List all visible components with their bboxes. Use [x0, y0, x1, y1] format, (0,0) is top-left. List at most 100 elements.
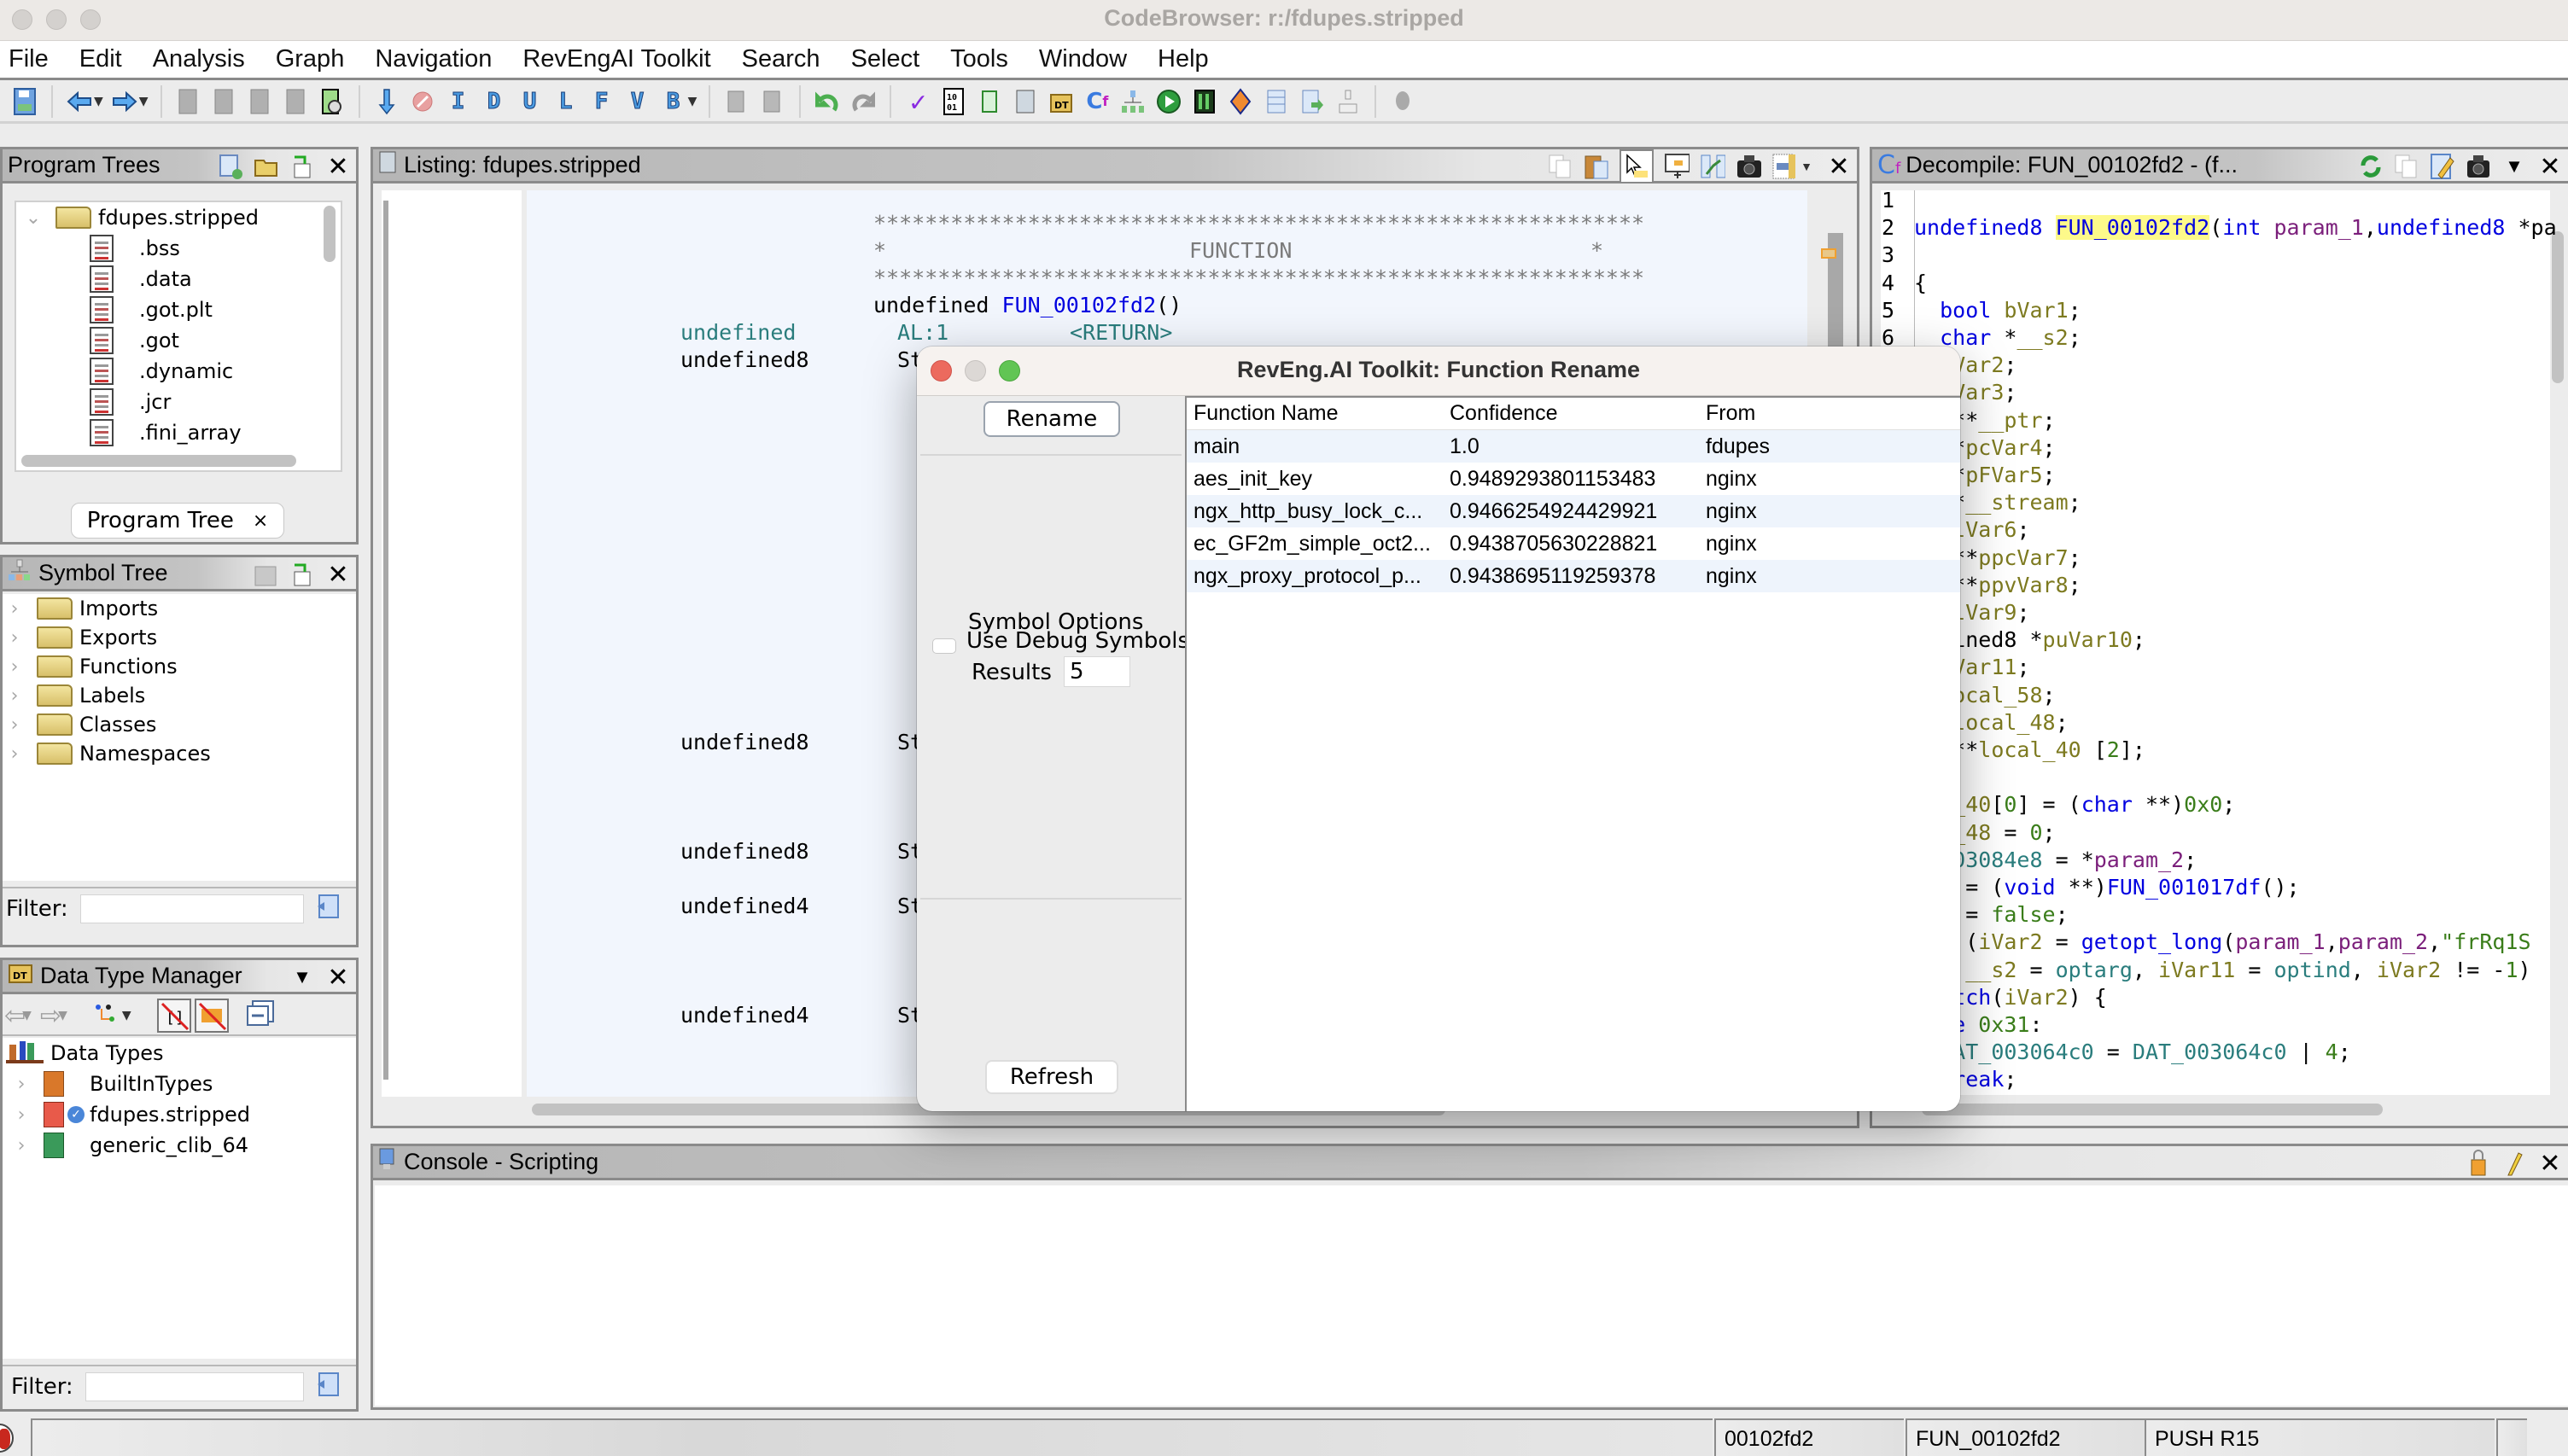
expand-chevron-icon[interactable]: › — [11, 1135, 32, 1156]
next-function-icon[interactable] — [212, 87, 237, 116]
expand-chevron-icon[interactable]: › — [11, 1074, 32, 1095]
datatype-archive-item[interactable]: › ✓ fdupes.stripped — [3, 1099, 356, 1130]
symbol-tree-item-namespaces[interactable]: › Namespaces — [3, 739, 356, 768]
menu-file[interactable]: File — [9, 45, 49, 73]
apply-diff-next-icon[interactable] — [760, 87, 785, 116]
snapshot-camera-icon[interactable] — [1736, 154, 1762, 179]
menu-revengai-toolkit[interactable]: RevEngAI Toolkit — [522, 45, 710, 73]
refresh-button[interactable]: Refresh — [985, 1060, 1118, 1094]
symbol-tree-item-exports[interactable]: › Exports — [3, 623, 356, 652]
close-data-type-manager-icon[interactable]: ✕ — [325, 963, 351, 993]
close-tab-icon[interactable]: × — [253, 510, 268, 532]
tree-item[interactable]: .jcr — [16, 387, 341, 417]
expand-chevron-icon[interactable]: › — [4, 685, 25, 707]
menu-search[interactable]: Search — [742, 45, 820, 73]
create-tree-icon[interactable] — [218, 154, 243, 179]
cursor-position-marker[interactable] — [1821, 248, 1836, 259]
close-program-trees-icon[interactable]: ✕ — [325, 152, 351, 182]
nav-instruction-icon[interactable]: I — [446, 87, 471, 116]
menu-select[interactable]: Select — [851, 45, 920, 73]
nav-data-icon[interactable]: D — [482, 87, 507, 116]
function-signature[interactable]: undefined FUN_00102fd2() — [873, 293, 1182, 317]
tree-item[interactable]: .data — [16, 264, 341, 294]
debugger-icon[interactable] — [1390, 87, 1415, 116]
forward-dropdown-icon[interactable]: ▼ — [139, 95, 149, 108]
undo-icon[interactable] — [814, 87, 840, 116]
expand-chevron-icon[interactable]: › — [4, 598, 25, 620]
decompile-code-line[interactable]: cal_40[0] = (char **)0x0; — [1914, 792, 2235, 817]
datatype-archive-item[interactable]: › generic_clib_64 — [3, 1130, 356, 1161]
column-header-from[interactable]: From — [1701, 401, 1960, 426]
dt-forward-dropdown-icon[interactable]: ▼ — [58, 1009, 67, 1022]
scroll-lock-icon[interactable] — [2466, 1150, 2491, 1176]
collapse-all-icon[interactable] — [246, 999, 275, 1033]
redo-icon[interactable] — [850, 87, 876, 116]
merge-icon[interactable] — [289, 154, 315, 179]
decompile-code-line[interactable]: ile (iVar2 = getopt_long(param_1,param_2… — [1914, 929, 2531, 954]
close-decompile-icon[interactable]: ✕ — [2537, 152, 2563, 182]
listing-options-icon[interactable] — [1771, 154, 1797, 179]
no-entry-icon[interactable] — [410, 87, 435, 116]
datatype-filter-input[interactable] — [85, 1372, 304, 1401]
tree-item[interactable]: .dynamic — [16, 356, 341, 387]
expand-chevron-icon[interactable]: › — [4, 714, 25, 736]
checkmark-icon[interactable]: ✓ — [905, 85, 931, 118]
symbol-references-icon[interactable] — [1299, 87, 1325, 116]
function-graph-icon[interactable] — [1120, 87, 1146, 116]
datatype-manager-icon[interactable]: DT — [1048, 87, 1074, 116]
expand-chevron-icon[interactable]: › — [4, 627, 25, 649]
decompiler-icon[interactable]: Cf — [1084, 87, 1110, 116]
symbol-table-icon[interactable] — [1264, 87, 1289, 116]
symbol-tree-item-labels[interactable]: › Labels — [3, 681, 356, 710]
edit-symbol-icon[interactable] — [254, 562, 279, 587]
down-arrow-icon[interactable] — [374, 87, 400, 116]
table-row[interactable]: ec_GF2m_simple_oct2... 0.943870563022882… — [1187, 527, 1960, 560]
apply-diff-prev-icon[interactable] — [724, 87, 750, 116]
tree-item[interactable]: .bss — [16, 233, 341, 264]
symbol-tree-item-functions[interactable]: › Functions — [3, 652, 356, 681]
collapse-chevron-icon[interactable]: ⌄ — [23, 207, 44, 229]
forward-arrow-icon[interactable] — [112, 87, 137, 116]
rename-button[interactable]: Rename — [983, 401, 1120, 437]
symbol-tree-item-classes[interactable]: › Classes — [3, 710, 356, 739]
menu-edit[interactable]: Edit — [79, 45, 122, 73]
filter-options-icon[interactable] — [316, 1372, 341, 1403]
symbol-tree-item-imports[interactable]: › Imports — [3, 594, 356, 623]
nav-bytes-icon[interactable]: B — [661, 87, 686, 116]
copy-icon[interactable] — [2394, 154, 2419, 179]
expand-chevron-icon[interactable]: › — [11, 1104, 32, 1126]
script-manager-icon[interactable] — [977, 87, 1002, 116]
decompile-menu-dropdown-icon[interactable]: ▼ — [2501, 154, 2527, 179]
tree-item[interactable]: .fini_array — [16, 417, 341, 448]
expand-chevron-icon[interactable]: › — [4, 743, 25, 765]
dt-back-dropdown-icon[interactable]: ▼ — [22, 1009, 32, 1022]
data-types-root[interactable]: Data Types — [3, 1038, 356, 1069]
run-icon[interactable] — [1156, 87, 1182, 116]
snapshot-camera-icon[interactable] — [2466, 154, 2491, 179]
nav-label-icon[interactable]: L — [553, 87, 579, 116]
menu-window[interactable]: Window — [1039, 45, 1127, 73]
menu-tools[interactable]: Tools — [950, 45, 1008, 73]
listing-options-dropdown-icon[interactable]: ▼ — [1801, 160, 1812, 173]
decompile-code-line[interactable]: __s2 = optarg, iVar11 = optind, iVar2 !=… — [1914, 958, 2530, 982]
merge-icon[interactable] — [289, 562, 315, 587]
dt-filter-dropdown-icon[interactable]: ▼ — [122, 1009, 131, 1022]
symbol-filter-input[interactable] — [79, 894, 304, 923]
tree-root[interactable]: ⌄ fdupes.stripped — [16, 202, 341, 233]
menu-help[interactable]: Help — [1158, 45, 1209, 73]
memory-map-icon[interactable] — [1192, 87, 1217, 116]
close-symbol-tree-icon[interactable]: ✕ — [325, 560, 351, 590]
decompile-code-line[interactable]: bool bVar1; — [1914, 298, 2081, 323]
filter-options-icon[interactable] — [316, 894, 341, 925]
dt-array-filter-toggle[interactable]: [] — [156, 999, 191, 1033]
program-tree-tab[interactable]: Program Tree × — [71, 503, 284, 539]
column-header-confidence[interactable]: Confidence — [1443, 401, 1701, 426]
results-count-input[interactable] — [1064, 656, 1130, 687]
use-debug-symbols-label[interactable]: Use Debug Symbols — [966, 628, 1189, 654]
column-header-function-name[interactable]: Function Name — [1187, 401, 1443, 426]
clear-console-icon[interactable] — [2501, 1150, 2527, 1176]
paste-icon[interactable] — [1584, 154, 1609, 179]
menu-navigation[interactable]: Navigation — [375, 45, 492, 73]
back-dropdown-icon[interactable]: ▼ — [94, 95, 103, 108]
decompile-code-line[interactable]: undefined8 FUN_00102fd2(int param_1,unde… — [1914, 215, 2556, 241]
